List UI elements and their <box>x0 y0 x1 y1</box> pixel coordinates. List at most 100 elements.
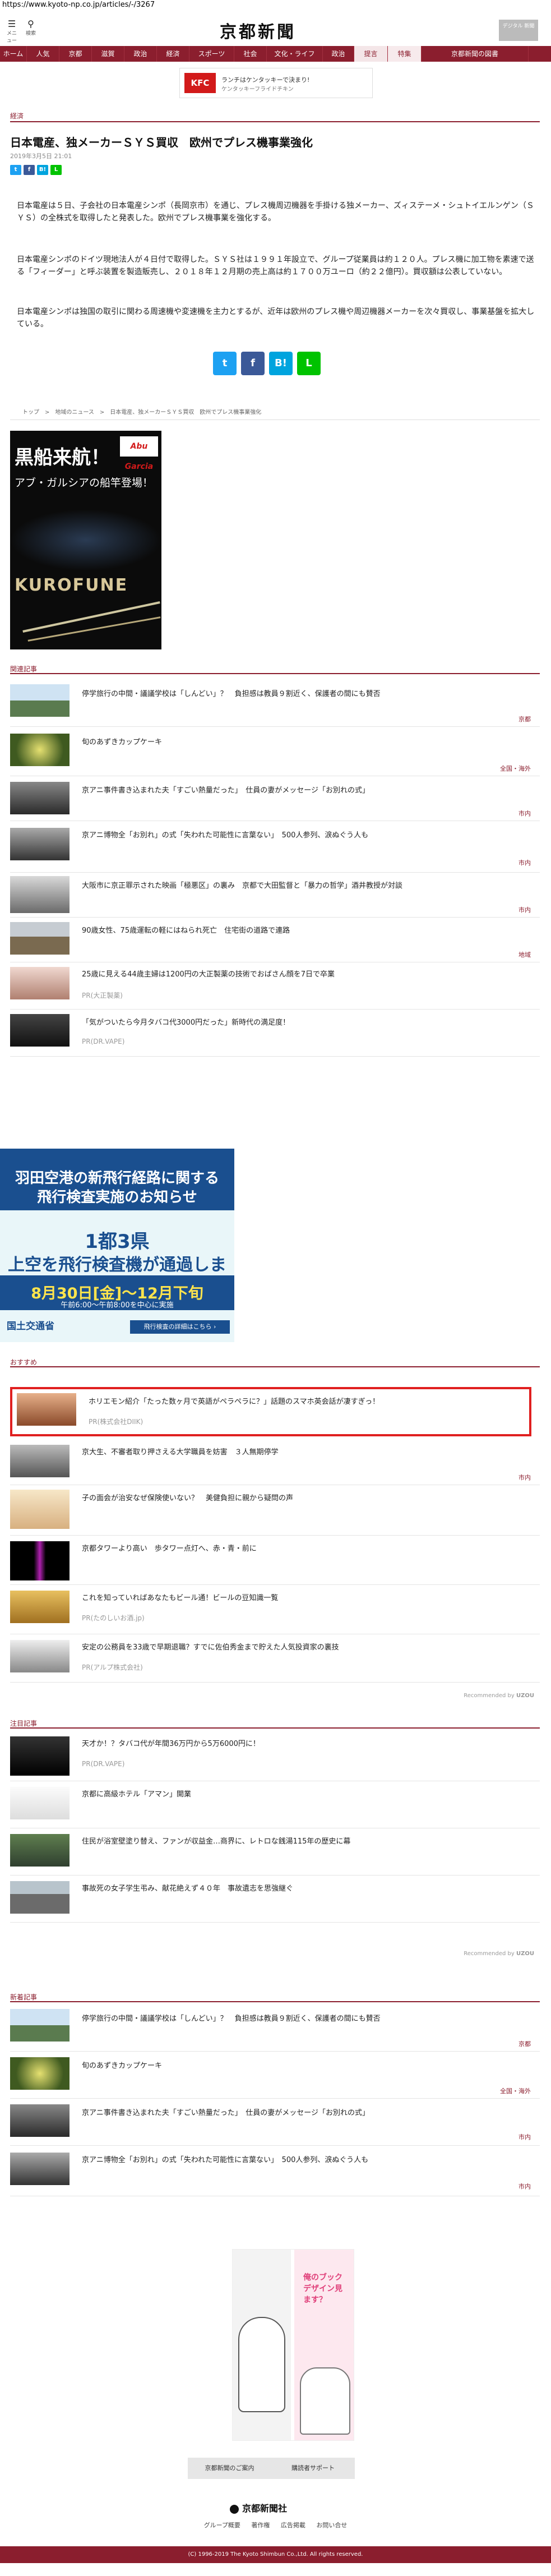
article-link[interactable]: 旬のあずきカップケーキ <box>82 736 162 746</box>
ad-details-button[interactable]: 飛行検査の詳細はこちら › <box>130 1320 230 1334</box>
about-button[interactable]: 京都新聞のご案内 <box>188 2458 271 2479</box>
digital-edition-button[interactable]: デジタル 新聞 <box>499 20 538 41</box>
recommended-by[interactable]: Recommended by UZOU <box>464 1951 534 1957</box>
line-share-button[interactable]: L <box>297 352 321 375</box>
browser-url[interactable]: https://www.kyoto-np.co.jp/articles/-/32… <box>2 1 155 11</box>
list-item[interactable]: ホリエモン紹介「たった数ヶ月で英語がペラペラに？」話題のスマホ英会話が凄すぎっ！… <box>10 1390 540 1437</box>
support-button[interactable]: 購読者サポート <box>271 2458 355 2479</box>
site-logo[interactable]: 京都新聞 <box>220 18 296 43</box>
list-item[interactable]: 大阪市に京正罪示された映画「極悪区」の裏み 京都で大田監督と「暴力の哲学」酒井教… <box>10 873 540 918</box>
nav-politics[interactable]: 政治 <box>124 46 157 62</box>
hamburger-icon: ☰ <box>7 19 16 29</box>
list-item[interactable]: 停学旅行の中間・議議学校は「しんどい」？ 負担感は教員９割近く、保護者の間にも賛… <box>10 2004 540 2052</box>
nav-shiga[interactable]: 滋賀 <box>92 46 124 62</box>
article-thumbnail <box>10 2057 70 2090</box>
list-item[interactable]: 安定の公務員を33歳で早期退職？すでに佐伯秀金まで貯えた人気投資家の裏技 PR(… <box>10 1634 540 1683</box>
nav-kyoto[interactable]: 京都 <box>59 46 92 62</box>
list-item[interactable]: 停学旅行の中間・議議学校は「しんどい」？ 負担感は教員９割近く、保護者の間にも賛… <box>10 680 540 727</box>
fishing-rod-ad[interactable]: 黒船来航！ アブ・ガルシアの船竿登場！ Abu Garcia KUROFUNE <box>10 431 161 649</box>
facebook-icon[interactable]: f <box>24 165 35 175</box>
footer-link[interactable]: お問い合せ <box>316 2522 347 2529</box>
list-item[interactable]: 住民が浴室壁塗り替え、ファンが収益金…商界に、レトロな銭湯115年の歴史に幕 <box>10 1828 540 1875</box>
list-item[interactable]: 京大生、不審者取り押さえる大学職員を妨害 ３人無期停学 市内 <box>10 1439 540 1485</box>
menu-button[interactable]: ☰ メニュー <box>6 19 18 44</box>
footer-link[interactable]: 著作権 <box>251 2522 270 2529</box>
list-item[interactable]: 25歳に見える44歳主婦は1200円の大正製薬の技術でおばさん顔を7日で卒業 P… <box>10 962 540 1010</box>
article-link[interactable]: 京都に高級ホテル「アマン」開業 <box>82 1788 191 1799</box>
list-item[interactable]: 「気がついたら今月タバコ代3000円だった」新時代の満足度！ PR(DR.VAP… <box>10 1010 540 1057</box>
article-link[interactable]: 京アニ博物全「お別れ」の式「失われた可能性に言葉ない」 500人参列、涙ぬぐう人… <box>82 829 368 840</box>
article-link[interactable]: 京アニ博物全「お別れ」の式「失われた可能性に言葉ない」 500人参列、涙ぬぐう人… <box>82 2154 368 2164</box>
nav-proposal[interactable]: 提言 <box>354 46 388 62</box>
article-link[interactable]: 大阪市に京正罪示された映画「極悪区」の裏み 京都で大田監督と「暴力の哲学」酒井教… <box>82 879 402 890</box>
footer-link[interactable]: グループ概要 <box>204 2522 240 2529</box>
article-link[interactable]: 京都タワーより高い 歩タワー点灯へ、赤・青・前に <box>82 1542 257 1553</box>
list-item[interactable]: 京アニ事件書き込まれた夫「すごい熱量だった」 仕員の妻がメッセージ「お別れの式」… <box>10 2099 540 2146</box>
nav-economy[interactable]: 経済 <box>157 46 189 62</box>
top-banner-ad[interactable]: KFC ランチはケンタッキーで決まり! ケンタッキーフライドチキン <box>179 68 373 98</box>
twitter-icon[interactable]: t <box>10 165 21 175</box>
breadcrumb[interactable]: トップ > 地域のニュース > 日本電産、独メーカーＳＹＳ買収 欧州でプレス機事… <box>22 407 261 416</box>
nav-culture[interactable]: 文化・ライフ <box>267 46 323 62</box>
article-link[interactable]: 子の面会が治安なぜ保険使いない？ 美健負担に親から疑問の声 <box>82 1492 293 1503</box>
nav-popular[interactable]: 人気 <box>27 46 59 62</box>
nav-society[interactable]: 社会 <box>234 46 267 62</box>
article-thumbnail <box>10 1541 70 1580</box>
footer-buttons: 京都新聞のご案内 購読者サポート <box>188 2458 355 2479</box>
pr-label: PR(株式会社DIIK) <box>89 1418 143 1426</box>
nav-sports[interactable]: スポーツ <box>189 46 234 62</box>
list-item[interactable]: 京アニ博物全「お別れ」の式「失われた可能性に言葉ない」 500人参列、涙ぬぐう人… <box>10 2146 540 2196</box>
article-link[interactable]: 90歳女性、75歳運転の軽にはねられ死亡 住宅街の道路で連路 <box>82 924 290 935</box>
hatena-icon[interactable]: B! <box>37 165 48 175</box>
article-link[interactable]: 停学旅行の中間・議議学校は「しんどい」？ 負担感は教員９割近く、保護者の間にも賛… <box>82 2012 381 2023</box>
article-link[interactable]: 住民が浴室壁塗り替え、ファンが収益金…商界に、レトロな銭湯115年の歴史に幕 <box>82 1835 350 1846</box>
footer-logo[interactable]: 京都新聞社 <box>230 2501 287 2514</box>
article-link[interactable]: 停学旅行の中間・議議学校は「しんどい」？ 負担感は教員９割近く、保護者の間にも賛… <box>82 688 381 698</box>
article-link[interactable]: 京アニ事件書き込まれた夫「すごい熱量だった」 仕員の妻がメッセージ「お別れの式」 <box>82 2107 369 2117</box>
article-link[interactable]: 京アニ事件書き込まれた夫「すごい熱量だった」 仕員の妻がメッセージ「お別れの式」 <box>82 784 369 795</box>
article-link[interactable]: ホリエモン紹介「たった数ヶ月で英語がペラペラに？」話題のスマホ英会話が凄すぎっ！ <box>89 1395 379 1406</box>
article-thumbnail <box>10 2009 70 2042</box>
recommended-by[interactable]: Recommended by UZOU <box>464 1693 534 1699</box>
article-link[interactable]: 事故死の女子学生弔み、献花絶えず４０年 事故遺志を思強継ぐ <box>82 1882 293 1893</box>
article-link[interactable]: 「気がついたら今月タバコ代3000円だった」新時代の満足度！ <box>82 1016 290 1027</box>
nav-books[interactable]: 京都新聞の図書 <box>422 46 529 62</box>
article-link[interactable]: これを知っていればあなたもビール通！ビールの豆知識一覧 <box>82 1592 278 1602</box>
list-item[interactable]: 旬のあずきカップケーキ 全国・海外 <box>10 2052 540 2099</box>
article-link[interactable]: 安定の公務員を33歳で早期退職？すでに佐伯秀金まで貯えた人気投資家の裏技 <box>82 1641 339 1652</box>
article-thumbnail <box>10 1834 70 1867</box>
list-item[interactable]: 90歳女性、75歳運転の軽にはねられ死亡 住宅街の道路で連路 地域 <box>10 918 540 962</box>
manga-title: 俺のブックデザイン見ます？ <box>303 2273 342 2305</box>
flight-inspection-ad[interactable]: 羽田空港の新飛行経路に関する 飛行検査実施のお知らせ 1都3県 上空を飛行検査機… <box>0 1149 234 1342</box>
twitter-share-button[interactable]: t <box>213 352 237 375</box>
nav-politics-2[interactable]: 政治 <box>323 46 354 62</box>
manga-ad[interactable]: 俺のブックデザイン見ます？ <box>232 2249 354 2441</box>
article-link[interactable]: 京大生、不審者取り押さえる大学職員を妨害 ３人無期停学 <box>82 1446 279 1457</box>
hatena-share-button[interactable]: B! <box>269 352 293 375</box>
category-label: 全国・海外 <box>500 2087 531 2095</box>
list-item[interactable]: 旬のあずきカップケーキ 全国・海外 <box>10 727 540 776</box>
list-item[interactable]: 事故死の女子学生弔み、献花絶えず４０年 事故遺志を思強継ぐ <box>10 1875 540 1923</box>
section-label[interactable]: 経済 <box>10 111 24 121</box>
article-link[interactable]: 旬のあずきカップケーキ <box>82 2059 162 2070</box>
search-button[interactable]: ⚲ 検索 <box>25 19 37 37</box>
list-item[interactable]: 子の面会が治安なぜ保険使いない？ 美健負担に親から疑問の声 <box>10 1485 540 1536</box>
category-label: 市内 <box>518 1474 531 1481</box>
footer-link[interactable]: 広告掲載 <box>281 2522 305 2529</box>
facebook-share-button[interactable]: f <box>241 352 265 375</box>
nav-home[interactable]: ホーム <box>0 46 27 62</box>
nav-special[interactable]: 特集 <box>388 46 422 62</box>
ad-headline: 黒船来航！ <box>15 446 110 469</box>
list-item[interactable]: 京アニ事件書き込まれた夫「すごい熱量だった」 仕員の妻がメッセージ「お別れの式」… <box>10 776 540 821</box>
search-label: 検索 <box>25 31 36 36</box>
list-item[interactable]: 京都に高級ホテル「アマン」開業 <box>10 1781 540 1828</box>
list-item[interactable]: 京アニ博物全「お別れ」の式「失われた可能性に言葉ない」 500人参列、涙ぬぐう人… <box>10 821 540 873</box>
list-item[interactable]: 天才か！？タバコ代が年間36万円から5万6000円に！ PR(DR.VAPE) <box>10 1731 540 1781</box>
copyright-bar: (C) 1996-2019 The Kyoto Shimbun Co.,Ltd.… <box>0 2546 551 2563</box>
article-link[interactable]: 25歳に見える44歳主婦は1200円の大正製薬の技術でおばさん顔を7日で卒業 <box>82 968 335 979</box>
list-item[interactable]: これを知っていればあなたもビール通！ビールの豆知識一覧 PR(たのしいお酒.jp… <box>10 1585 540 1634</box>
line-icon[interactable]: L <box>50 165 62 175</box>
article-link[interactable]: 天才か！？タバコ代が年間36万円から5万6000円に！ <box>82 1738 260 1748</box>
list-item[interactable]: 京都タワーより高い 歩タワー点灯へ、赤・青・前に <box>10 1536 540 1585</box>
category-label: 京都 <box>518 2040 531 2048</box>
